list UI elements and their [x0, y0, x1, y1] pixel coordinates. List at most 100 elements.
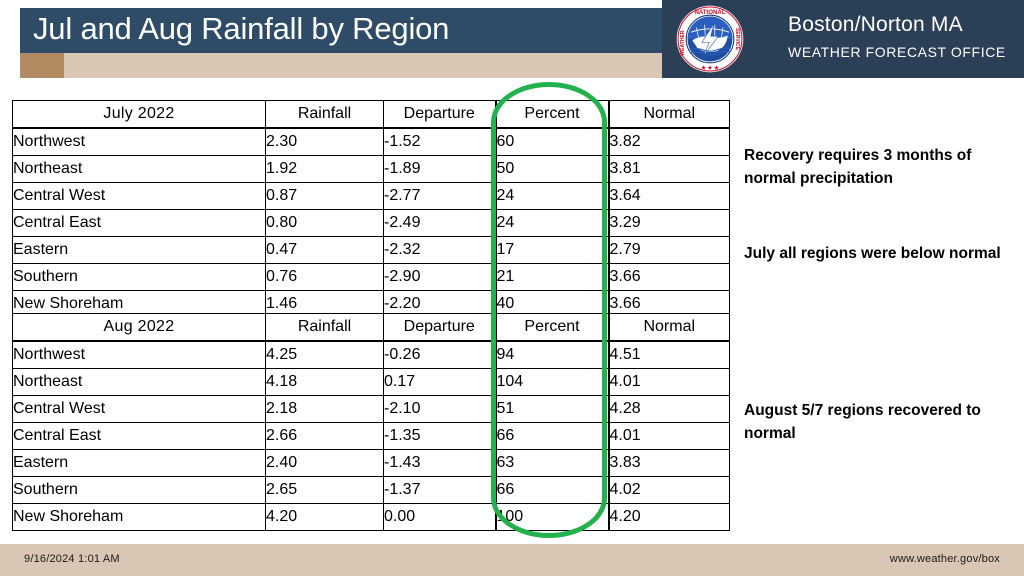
cell-percent: 17: [494, 236, 609, 264]
cell-percent: 21: [494, 263, 609, 291]
cell-region: Central East: [12, 209, 266, 237]
cell-rainfall: 2.18: [265, 395, 384, 423]
header-accent-strip: [20, 53, 662, 78]
column-header-normal: Normal: [607, 100, 730, 129]
cell-normal: 4.51: [607, 340, 730, 369]
cell-rainfall: 0.47: [265, 236, 384, 264]
cell-region: Northwest: [12, 340, 266, 369]
cell-region: Eastern: [12, 236, 266, 264]
column-header-departure: Departure: [383, 100, 496, 129]
august-rainfall-table: Aug 2022 Rainfall Departure Percent Norm…: [12, 313, 730, 531]
cell-rainfall: 0.76: [265, 263, 384, 291]
cell-normal: 2.79: [607, 236, 730, 264]
table-row: Northwest 4.25 -0.26 94 4.51: [12, 340, 730, 369]
table-row: Northeast 4.18 0.17 104 4.01: [12, 368, 730, 396]
cell-percent: 66: [494, 422, 609, 450]
cell-region: Eastern: [12, 449, 266, 477]
cell-percent: 51: [494, 395, 609, 423]
cell-normal: 3.64: [607, 182, 730, 210]
cell-departure: -1.52: [383, 127, 496, 156]
table-header-row: Aug 2022 Rainfall Departure Percent Norm…: [12, 313, 730, 342]
cell-percent: 63: [494, 449, 609, 477]
cell-region: Northeast: [12, 155, 266, 183]
cell-region: Central West: [12, 182, 266, 210]
cell-departure: -2.77: [383, 182, 496, 210]
brand-subtitle: WEATHER FORECAST OFFICE: [788, 44, 1006, 60]
july-rainfall-table: July 2022 Rainfall Departure Percent Nor…: [12, 100, 730, 318]
table-row: Eastern 0.47 -2.32 17 2.79: [12, 236, 730, 264]
aug-period-label: Aug 2022: [12, 313, 266, 342]
cell-rainfall: 1.92: [265, 155, 384, 183]
cell-percent: 104: [494, 368, 609, 396]
cell-normal: 3.66: [607, 263, 730, 291]
column-header-percent: Percent: [494, 313, 609, 342]
annotation-august-note: August 5/7 regions recovered to normal: [744, 402, 981, 442]
column-header-percent: Percent: [494, 100, 609, 129]
cell-region: Southern: [12, 263, 266, 291]
column-header-rainfall: Rainfall: [265, 313, 384, 342]
cell-rainfall: 4.25: [265, 340, 384, 369]
cell-rainfall: 0.80: [265, 209, 384, 237]
table-row: Central West 2.18 -2.10 51 4.28: [12, 395, 730, 423]
cell-normal: 4.20: [607, 503, 730, 531]
brand-title: Boston/Norton MA: [788, 13, 963, 36]
cell-region: New Shoreham: [12, 503, 266, 531]
cell-departure: -1.43: [383, 449, 496, 477]
cell-normal: 3.82: [607, 127, 730, 156]
cell-departure: 0.17: [383, 368, 496, 396]
table-row: Central West 0.87 -2.77 24 3.64: [12, 182, 730, 210]
footer-website: www.weather.gov/box: [889, 553, 1000, 565]
cell-departure: 0.00: [383, 503, 496, 531]
slide-footer: 9/16/2024 1:01 AM www.weather.gov/box: [0, 544, 1024, 576]
cell-departure: -0.26: [383, 340, 496, 369]
table-row: Eastern 2.40 -1.43 63 3.83: [12, 449, 730, 477]
cell-rainfall: 2.65: [265, 476, 384, 504]
svg-text:★ ★ ★: ★ ★ ★: [700, 66, 719, 72]
column-header-normal: Normal: [607, 313, 730, 342]
cell-region: Central East: [12, 422, 266, 450]
cell-normal: 3.81: [607, 155, 730, 183]
brand-panel: NATIONAL ★ ★ ★ WEATHER SERVICE Boston/No…: [662, 0, 1024, 78]
column-header-departure: Departure: [383, 313, 496, 342]
table-row: Northwest 2.30 -1.52 60 3.82: [12, 127, 730, 156]
cell-departure: -2.90: [383, 263, 496, 291]
cell-departure: -1.35: [383, 422, 496, 450]
cell-region: Southern: [12, 476, 266, 504]
cell-percent: 66: [494, 476, 609, 504]
table-row: Central East 0.80 -2.49 24 3.29: [12, 209, 730, 237]
cell-percent: 24: [494, 209, 609, 237]
cell-departure: -1.37: [383, 476, 496, 504]
header-accent-square: [20, 53, 64, 78]
cell-departure: -2.10: [383, 395, 496, 423]
annotation-july-note: July all regions were below normal: [744, 245, 1001, 262]
cell-percent: 50: [494, 155, 609, 183]
table-row: Southern 2.65 -1.37 66 4.02: [12, 476, 730, 504]
title-bar: Jul and Aug Rainfall by Region: [20, 8, 662, 53]
cell-percent: 60: [494, 127, 609, 156]
table-row: Central East 2.66 -1.35 66 4.01: [12, 422, 730, 450]
cell-region: Central West: [12, 395, 266, 423]
annotation-recovery-note: Recovery requires 3 months of normal pre…: [744, 147, 972, 187]
cell-region: Northwest: [12, 127, 266, 156]
table-header-row: July 2022 Rainfall Departure Percent Nor…: [12, 100, 730, 129]
cell-rainfall: 2.40: [265, 449, 384, 477]
cell-rainfall: 0.87: [265, 182, 384, 210]
july-period-label: July 2022: [12, 100, 266, 129]
cell-normal: 3.29: [607, 209, 730, 237]
page-title: Jul and Aug Rainfall by Region: [33, 11, 450, 46]
cell-departure: -2.32: [383, 236, 496, 264]
table-row: Northeast 1.92 -1.89 50 3.81: [12, 155, 730, 183]
table-row: New Shoreham 4.20 0.00 100 4.20: [12, 503, 730, 531]
svg-text:WEATHER: WEATHER: [680, 30, 686, 56]
svg-text:NATIONAL: NATIONAL: [694, 9, 725, 16]
cell-rainfall: 2.66: [265, 422, 384, 450]
cell-departure: -2.49: [383, 209, 496, 237]
svg-text:SERVICE: SERVICE: [734, 28, 740, 51]
footer-timestamp: 9/16/2024 1:01 AM: [24, 553, 120, 565]
column-header-rainfall: Rainfall: [265, 100, 384, 129]
cell-normal: 4.01: [607, 368, 730, 396]
cell-normal: 4.02: [607, 476, 730, 504]
cell-percent: 24: [494, 182, 609, 210]
cell-normal: 4.01: [607, 422, 730, 450]
table-row: Southern 0.76 -2.90 21 3.66: [12, 263, 730, 291]
